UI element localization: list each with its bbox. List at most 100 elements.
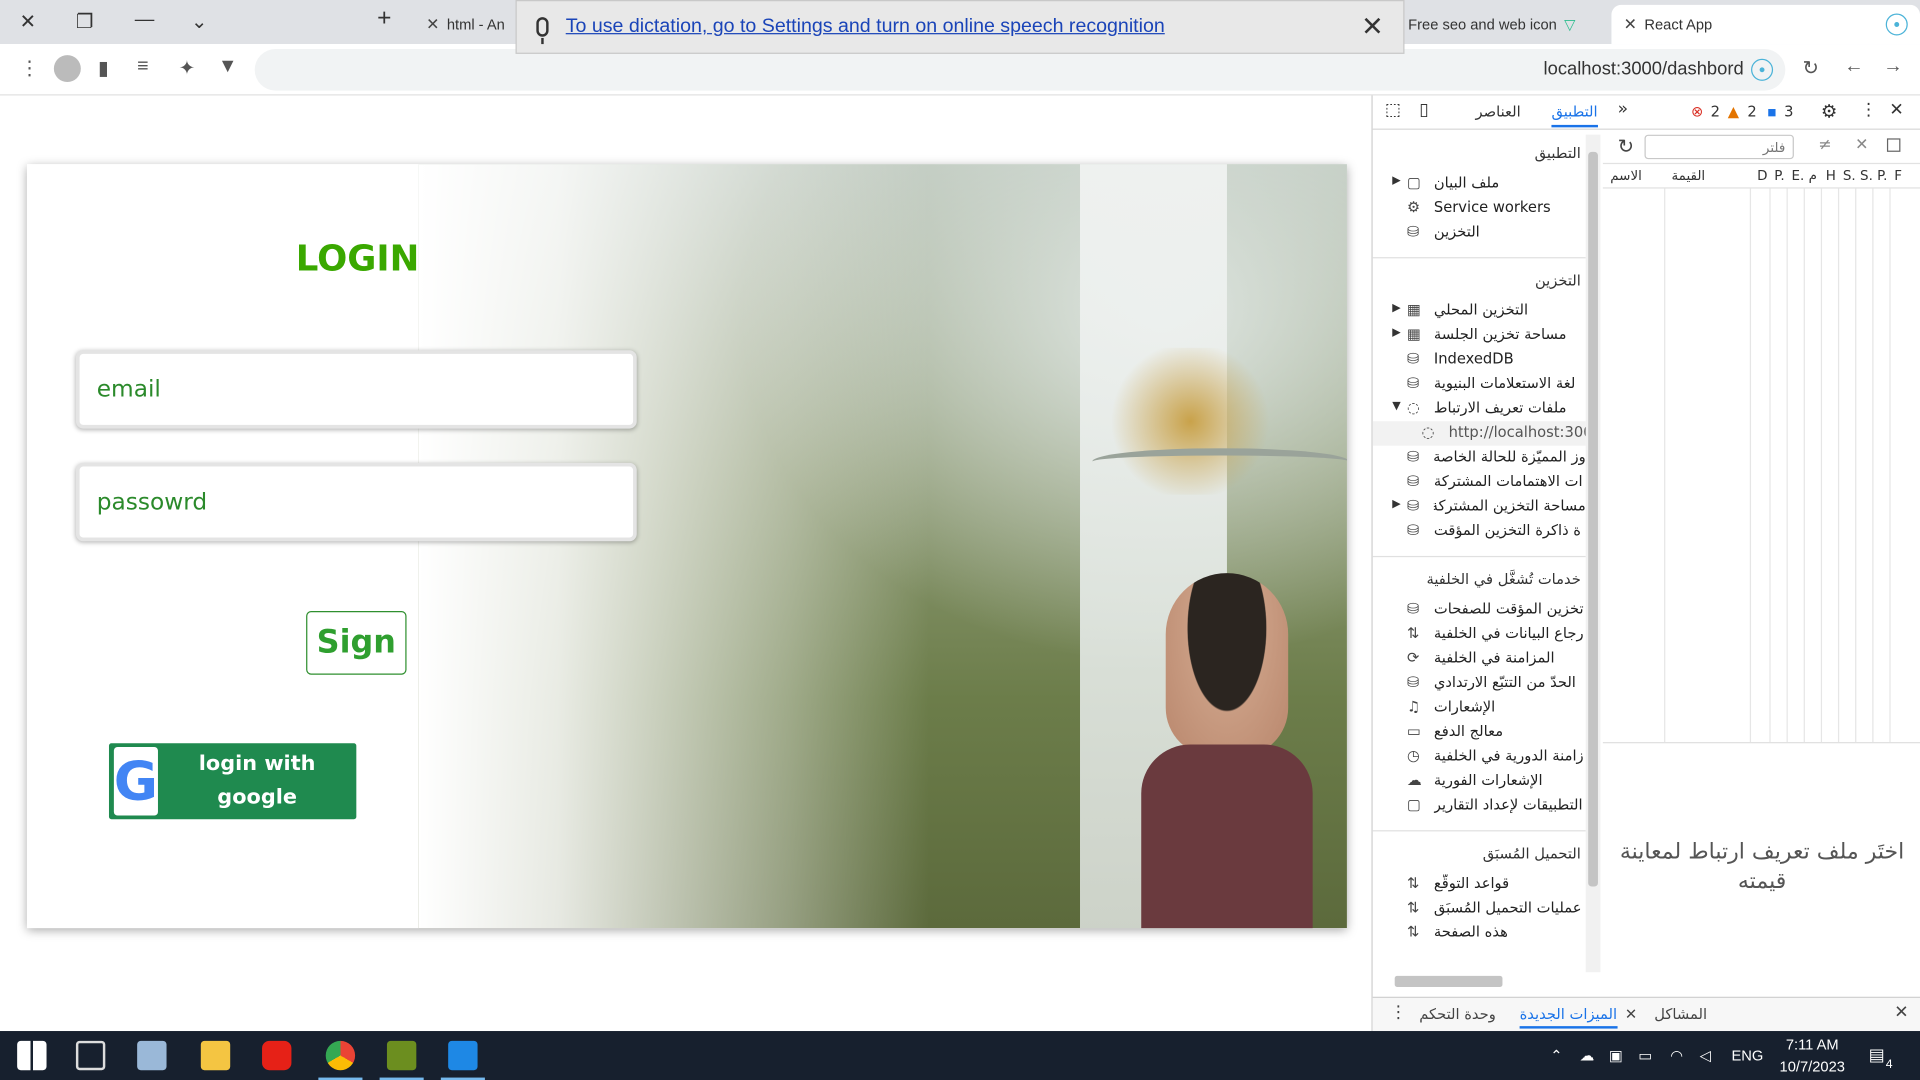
sidebar-icon[interactable]: ▮ [98,56,109,80]
sidebar-item-notifications[interactable]: ♫ الإشعارات [1373,696,1586,720]
sidebar-item-payment-handler[interactable]: ▭ معالج الدفع [1373,720,1586,744]
expand-icon[interactable]: ▶ [1392,498,1400,510]
sidebar-item-background-fetch[interactable]: ⇅ رجاع البيانات في الخلفية [1373,622,1586,646]
sidebar-vertical-scrollbar[interactable] [1585,134,1601,973]
minimize-window-icon[interactable]: — [135,10,155,32]
app-tray-icon[interactable]: ▣ [1609,1047,1623,1064]
start-menu-icon[interactable] [17,1040,47,1071]
tab-html[interactable]: ✕ html - An [426,5,519,44]
sidebar-item-cookies[interactable]: ▼ ◌ ملفات تعريف الارتباط [1373,397,1586,421]
google-login-button[interactable]: G login with google [108,743,357,820]
column-secure[interactable]: S. [1843,168,1856,184]
message-count[interactable]: 3 [1784,103,1793,120]
column-name[interactable]: الاسم [1610,168,1642,184]
reload-icon[interactable]: ↻ [1802,56,1818,80]
file-explorer-icon[interactable] [200,1040,231,1071]
column-priority[interactable]: F [1894,168,1902,184]
collapse-icon[interactable]: ▼ [1392,400,1400,412]
sidebar-item-bounce-tracking[interactable]: ⛁ الحدّ من التتبّع الارتدادي [1373,671,1586,695]
drawer-menu-icon[interactable]: ⋮ [1390,1003,1407,1023]
close-tab-icon[interactable]: ✕ [426,15,439,35]
expand-icon[interactable]: ▶ [1392,327,1400,339]
close-window-icon[interactable]: ✕ [20,10,36,34]
chrome-icon[interactable] [318,1040,363,1080]
column-path[interactable]: P. [1774,168,1784,184]
error-count[interactable]: 2 [1711,103,1720,120]
battery-icon[interactable]: ▭ [1638,1047,1652,1064]
close-tab-icon[interactable]: ✕ [1624,15,1637,35]
sidebar-item-websql[interactable]: ⛁ لغة الاستعلامات البنيوية [1373,372,1586,396]
close-banner-icon[interactable]: ✕ [1361,11,1384,43]
restore-window-icon[interactable]: ❐ [76,10,94,34]
sidebar-item-push-messaging[interactable]: ☁ الإشعارات الفورية [1373,769,1586,793]
settings-gear-icon[interactable]: ⚙ [1821,100,1837,122]
address-bar[interactable]: localhost:3000/dashbord [254,48,1786,91]
drawer-tab-issues[interactable]: المشاكل [1654,1005,1707,1022]
email-input[interactable] [79,353,634,425]
task-view-icon[interactable] [75,1040,106,1071]
column-expires[interactable]: E. [1791,168,1804,184]
close-drawer-tab-icon[interactable]: ✕ [1625,1005,1637,1022]
refresh-icon[interactable]: ↻ [1618,135,1634,158]
devtools-menu-icon[interactable]: ⋮ [1860,100,1877,120]
react-devtools-icon[interactable] [1751,58,1774,81]
sidebar-item-cookie-localhost[interactable]: ◌http://localhost:3000 [1372,421,1586,446]
show-hidden-icons-icon[interactable]: ⌃ [1550,1047,1562,1064]
sidebar-item-speculation-rules[interactable]: ⇅ قواعد التوقُّع [1373,872,1586,896]
vscode-icon[interactable] [440,1040,485,1080]
inspect-element-icon[interactable]: ⬚ [1385,100,1401,120]
clear-all-icon[interactable]: ✕ [1855,136,1868,154]
drawer-tab-whats-new[interactable]: الميزات الجديدة [1519,1005,1618,1029]
show-url-issues-checkbox[interactable] [1886,138,1901,152]
sidebar-item-periodic-sync[interactable]: ◷ زامنة الدورية في الخلفية [1373,744,1586,768]
sidebar-item-indexeddb[interactable]: ⛁ IndexedDB [1373,348,1586,372]
sidebar-item-local-storage[interactable]: ▶ ▦ التخزين المحلي [1373,299,1586,323]
dictation-settings-link[interactable]: To use dictation, go to Settings and tur… [566,16,1165,38]
youtube-icon[interactable] [262,1040,292,1071]
sidebar-horizontal-scrollbar[interactable] [1378,972,1586,989]
warning-count[interactable]: 2 [1747,103,1756,120]
sign-button[interactable]: Sign [306,611,407,675]
sidebar-item-service-workers[interactable]: ⚙ Service workers [1373,196,1586,220]
column-value[interactable]: القيمة [1671,168,1705,184]
notification-center-icon[interactable]: ▤ [1869,1044,1885,1065]
close-drawer-icon[interactable]: ✕ [1894,1003,1908,1023]
expand-icon[interactable]: ▶ [1392,175,1400,187]
sidebar-item-private-state-tokens[interactable]: ⛁ وز المميّزة للحالة الخاصة [1373,446,1586,470]
sidebar-item-cache-storage[interactable]: ⛁ ة ذاكرة التخزين المؤقت [1373,519,1586,543]
extensions-icon[interactable]: ✦ [179,56,195,80]
profile-avatar[interactable] [53,55,81,83]
sidebar-item-preloads[interactable]: ⇅ عمليات التحميل المُسبَق [1373,896,1586,920]
column-samesite[interactable]: S. [1860,168,1873,184]
volume-icon[interactable]: ◁ [1700,1047,1711,1064]
sidebar-item-back-forward-cache[interactable]: ⛁ تخزين المؤقت للصفحات [1373,598,1586,622]
sidebar-item-background-sync[interactable]: ⟳ المزامنة في الخلفية [1373,647,1586,671]
sidebar-item-reporting-api[interactable]: ▢ التطبيقات لإعداد التقارير [1373,793,1586,817]
sidebar-item-session-storage[interactable]: ▶ ▦ مساحة تخزين الجلسة [1373,323,1586,347]
expand-icon[interactable]: ▶ [1392,302,1400,314]
device-toolbar-icon[interactable]: ▯ [1419,100,1428,120]
tab-free-seo[interactable]: Free seo and web icon ▽ [1408,5,1604,44]
column-domain[interactable]: D [1757,168,1767,184]
column-httponly[interactable]: H [1826,168,1836,184]
password-input[interactable] [79,466,634,538]
cookie-filter-input[interactable] [1644,134,1794,160]
wifi-icon[interactable]: ◠ [1670,1047,1683,1064]
back-icon[interactable]: → [1883,56,1903,78]
sidebar-item-shared-storage[interactable]: ▶ ⛁ مساحة التخزين المشتركة [1373,495,1585,519]
more-tabs-icon[interactable]: » [1618,99,1629,119]
forward-icon[interactable]: ← [1844,56,1864,78]
sidebar-item-interest-groups[interactable]: ⛁ ات الاهتمامات المشتركة [1373,470,1586,494]
new-tab-icon[interactable]: + [377,5,391,33]
clock[interactable]: 7:11 AM 10/7/2023 [1771,1033,1854,1077]
sidebar-item-manifest[interactable]: ▶ ▢ ملف البيان [1373,171,1586,195]
menu-dots-icon[interactable]: ⋮ [20,56,40,80]
column-size[interactable]: م [1809,168,1817,184]
column-partition[interactable]: P. [1877,168,1887,184]
control-panel-icon[interactable] [137,1040,167,1071]
onedrive-icon[interactable]: ☁ [1580,1047,1595,1064]
reading-list-icon[interactable]: ≡ [137,56,148,78]
close-devtools-icon[interactable]: ✕ [1889,100,1903,120]
sidebar-item-storage[interactable]: ⛁ التخزين [1373,220,1586,244]
tab-application[interactable]: التطبيق [1551,103,1598,128]
